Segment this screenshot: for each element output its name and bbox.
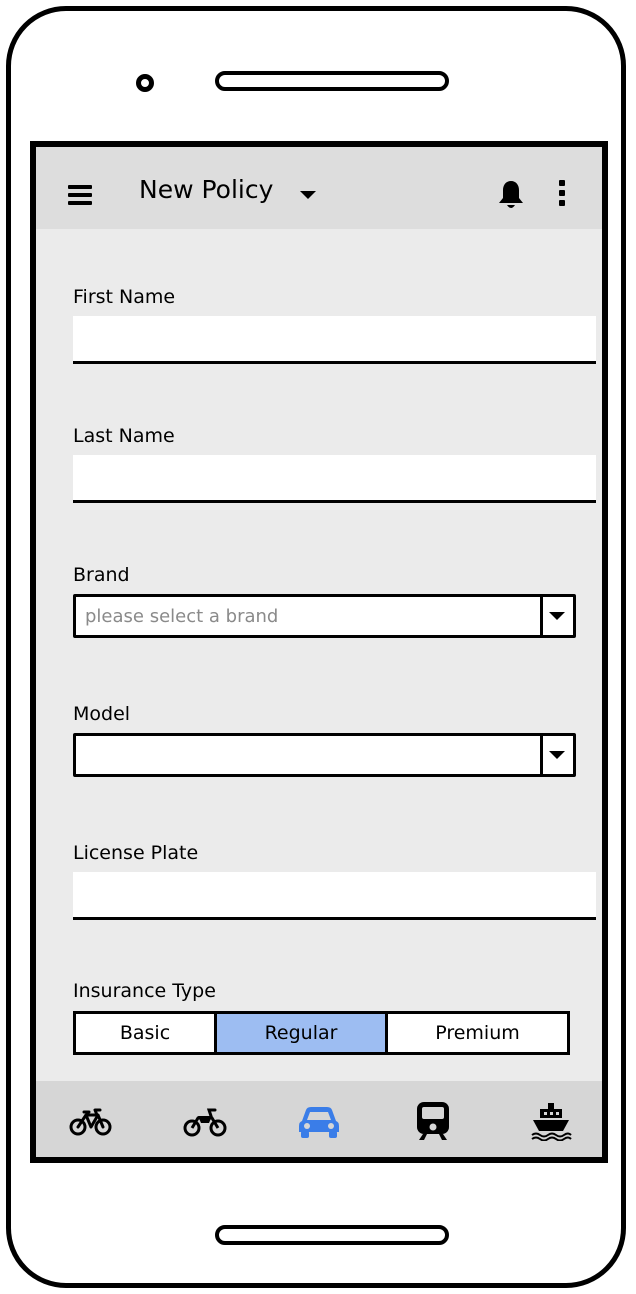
brand-dropdown-button[interactable] bbox=[540, 597, 573, 635]
model-dropdown-button[interactable] bbox=[540, 736, 573, 774]
caret-down-icon[interactable] bbox=[300, 191, 316, 199]
chevron-down-icon bbox=[549, 612, 565, 620]
train-icon[interactable] bbox=[410, 1101, 456, 1141]
phone-screen: New Policy First Name Last Name Brand pl… bbox=[30, 141, 608, 1163]
bottom-navigation bbox=[36, 1081, 602, 1157]
bell-icon[interactable] bbox=[498, 179, 524, 211]
chevron-down-icon bbox=[549, 751, 565, 759]
bicycle-icon[interactable] bbox=[68, 1101, 114, 1141]
brand-select[interactable]: please select a brand bbox=[73, 594, 576, 638]
app-bar: New Policy bbox=[36, 147, 602, 229]
camera-icon bbox=[136, 74, 154, 92]
license-plate-label: License Plate bbox=[73, 842, 199, 864]
ship-icon[interactable] bbox=[528, 1101, 574, 1142]
more-vertical-icon[interactable] bbox=[559, 180, 565, 206]
page-title[interactable]: New Policy bbox=[139, 175, 273, 205]
insurance-option-regular[interactable]: Regular bbox=[214, 1014, 385, 1052]
earpiece-speaker bbox=[215, 71, 449, 91]
insurance-type-label: Insurance Type bbox=[73, 980, 216, 1002]
first-name-field[interactable] bbox=[73, 316, 596, 364]
license-plate-field[interactable] bbox=[73, 872, 596, 920]
insurance-type-selector: Basic Regular Premium bbox=[73, 1011, 570, 1055]
brand-label: Brand bbox=[73, 564, 130, 586]
model-select[interactable] bbox=[73, 733, 576, 777]
motorcycle-icon[interactable] bbox=[182, 1101, 228, 1141]
first-name-label: First Name bbox=[73, 286, 176, 308]
insurance-option-premium[interactable]: Premium bbox=[385, 1014, 567, 1052]
insurance-option-basic[interactable]: Basic bbox=[76, 1014, 214, 1052]
model-label: Model bbox=[73, 703, 131, 725]
home-bar bbox=[215, 1225, 449, 1245]
car-icon[interactable] bbox=[296, 1101, 342, 1141]
last-name-label: Last Name bbox=[73, 425, 175, 447]
last-name-field[interactable] bbox=[73, 455, 596, 503]
hamburger-menu-icon[interactable] bbox=[68, 185, 92, 205]
brand-select-placeholder: please select a brand bbox=[85, 606, 279, 627]
